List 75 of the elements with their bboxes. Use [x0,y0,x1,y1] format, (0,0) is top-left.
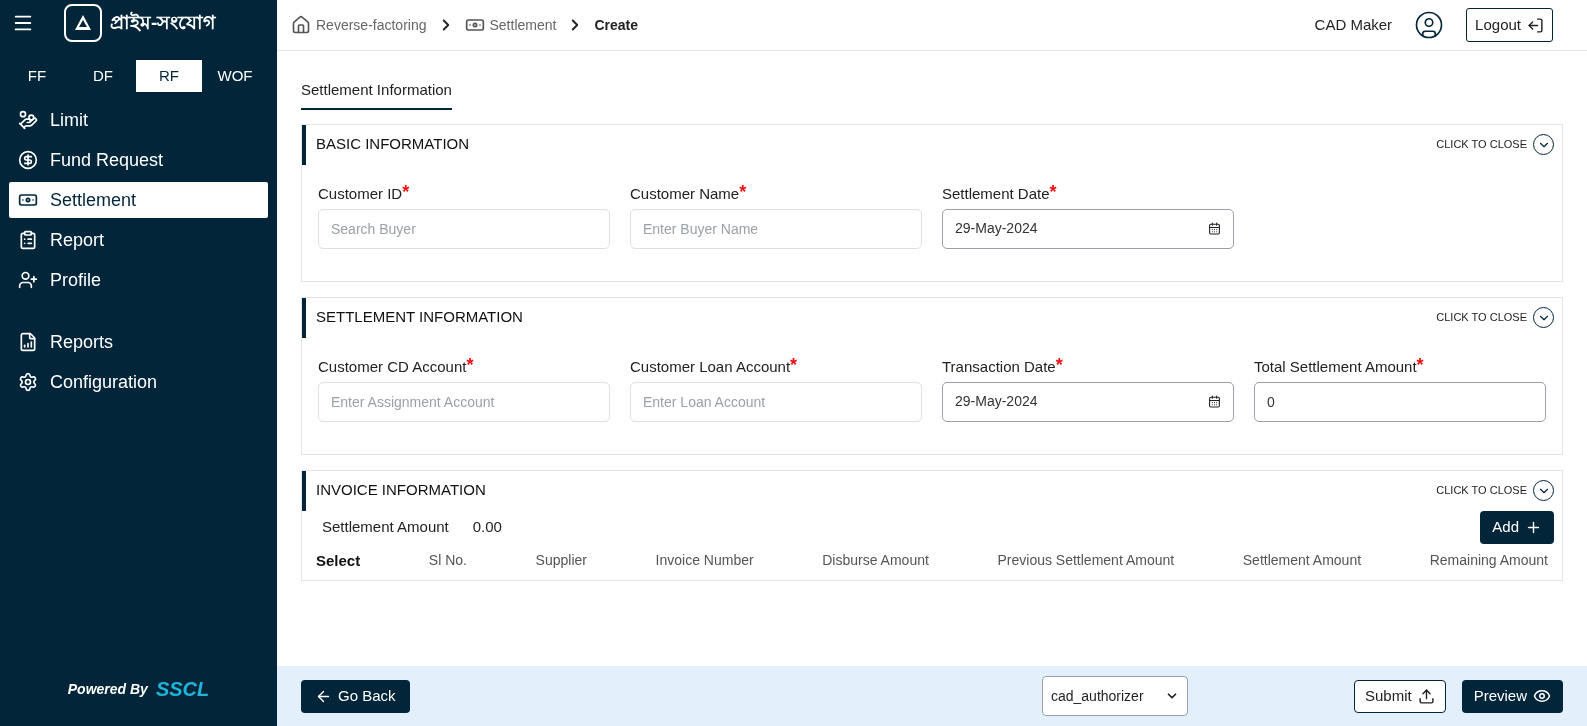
calendar-icon [1208,222,1221,235]
section-title: SETTLEMENT INFORMATION [315,307,523,328]
clipboard-icon [18,230,38,250]
input-field[interactable]: Enter Assignment Account [318,381,610,422]
input-field[interactable]: Search Buyer [318,208,610,249]
calendar-icon [1208,395,1221,408]
column-header: Supplier [535,550,587,570]
go-back-button[interactable]: Go Back [301,679,410,713]
collapse-toggle[interactable]: CLICK TO CLOSE [1436,480,1554,501]
module-tab[interactable]: DF [70,60,136,92]
field-label: Total Settlement Amount [1254,356,1417,377]
column-header: Invoice Number [655,550,754,570]
input-field[interactable]: 0 [1254,381,1546,422]
breadcrumb-item: Create [594,15,639,35]
date-field[interactable]: 29-May-2024 [942,381,1234,422]
section-title: BASIC INFORMATION [315,134,470,155]
preview-button[interactable]: Preview [1461,679,1563,713]
logout-icon [1527,16,1544,34]
gear-icon [18,372,38,392]
submit-button[interactable]: Submit [1353,679,1446,713]
nav-item[interactable]: Report [9,222,268,258]
input-field[interactable]: Enter Buyer Name [630,208,922,249]
user-name: CAD Maker [1314,14,1393,35]
required-asterisk: * [739,182,747,201]
nav-item[interactable]: Reports [9,324,268,360]
column-header: Settlement Amount [1242,550,1362,570]
nav-item[interactable]: Configuration [9,364,268,400]
column-header: Select [316,550,361,571]
required-asterisk: * [1055,355,1063,374]
report-file-icon [18,332,38,352]
field-label: Customer CD Account [318,356,467,377]
add-button[interactable]: Add [1480,510,1554,544]
amount-label: Settlement Amount [322,516,449,537]
required-asterisk: * [402,182,410,201]
field-label: Customer Name [630,183,740,204]
dollar-coin-icon [18,150,38,170]
module-tab[interactable]: WOF [202,60,268,92]
eye-icon [1533,687,1551,705]
column-header: Sl No. [428,550,467,570]
module-tab[interactable]: RF [136,60,202,92]
logo-icon [64,4,102,42]
field-label: Customer Loan Account [630,356,791,377]
brand-logo-text: SSCL [155,677,210,702]
user-avatar-icon[interactable] [1414,10,1445,40]
breadcrumb-item[interactable]: Reverse-factoring [291,14,427,36]
collapse-toggle[interactable]: CLICK TO CLOSE [1436,307,1554,328]
add-user-icon [18,270,38,290]
column-header: Remaining Amount [1429,550,1548,570]
role-select[interactable]: cad_authorizer [1041,676,1188,716]
page-tab[interactable]: Settlement Information [301,79,452,110]
collapse-toggle[interactable]: CLICK TO CLOSE [1436,134,1554,155]
required-asterisk: * [466,355,474,374]
nav-item[interactable]: Profile [9,262,268,298]
powered-by-text: Powered By [67,679,148,699]
logo-text: প্রাইম-সংযোগ [110,10,216,35]
column-header: Previous Settlement Amount [997,550,1175,570]
required-asterisk: * [790,355,798,374]
home-icon [291,15,311,35]
nav-item[interactable]: Settlement [9,182,268,218]
field-label: Settlement Date [942,183,1050,204]
module-tab[interactable]: FF [4,60,70,92]
date-field[interactable]: 29-May-2024 [942,208,1234,249]
amount-value: 0.00 [472,516,502,537]
breadcrumb-item[interactable]: Settlement [464,14,557,36]
logout-button[interactable]: Logout [1466,8,1553,42]
field-label: Customer ID [318,183,403,204]
required-asterisk: * [1049,182,1057,201]
input-field[interactable]: Enter Loan Account [630,381,922,422]
field-label: Transaction Date [942,356,1056,377]
nav-item[interactable]: Limit [9,102,268,138]
upload-icon [1417,687,1435,705]
section-title: INVOICE INFORMATION [315,480,486,501]
nav-item[interactable]: Fund Request [9,142,268,178]
required-asterisk: * [1416,355,1424,374]
column-header: Disburse Amount [822,550,929,570]
